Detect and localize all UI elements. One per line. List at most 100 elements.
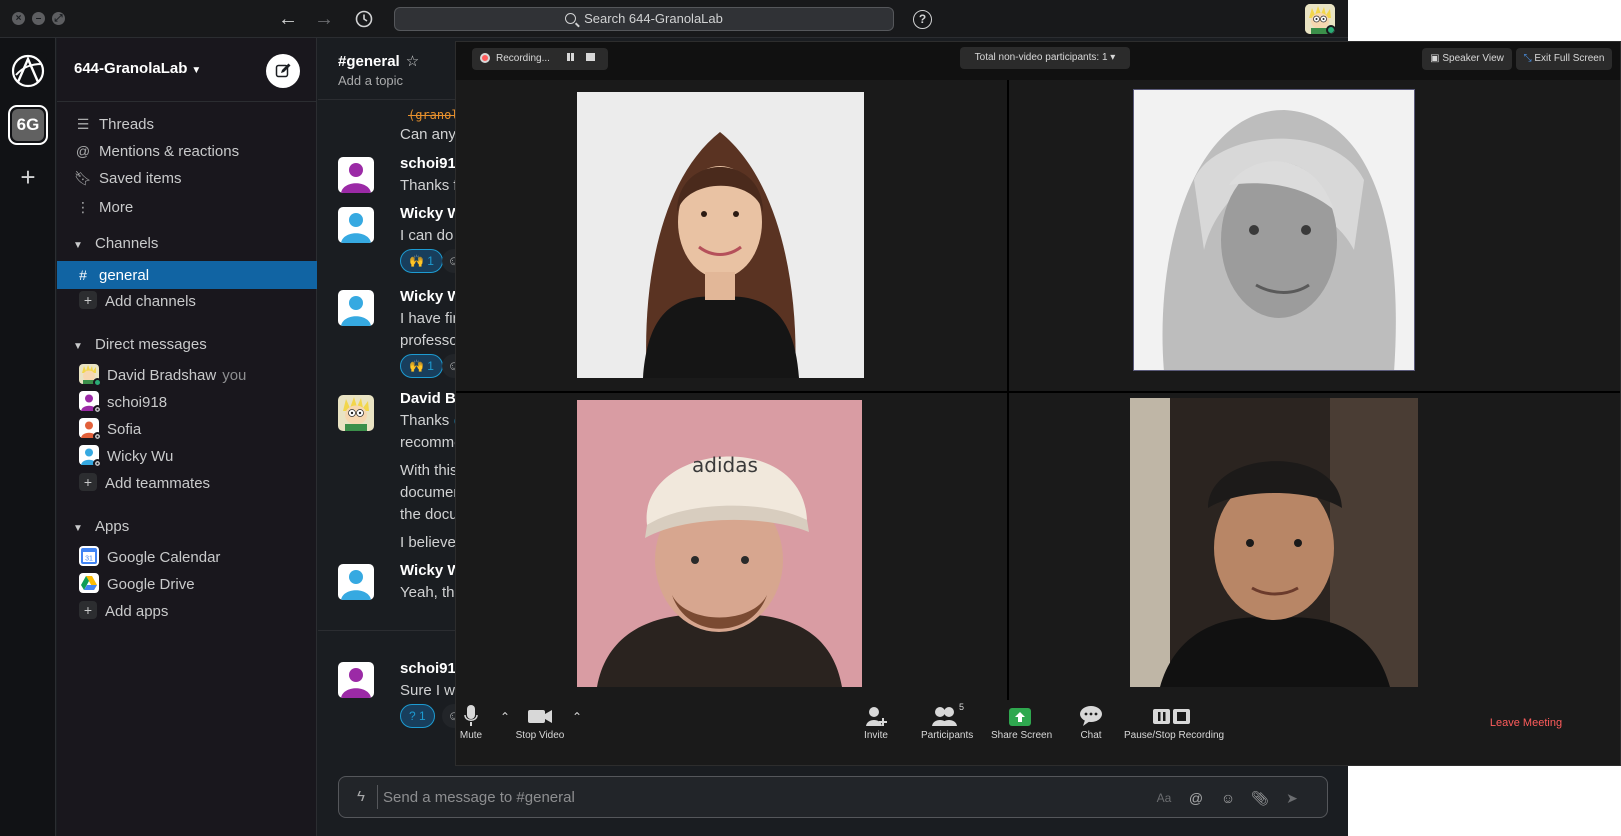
star-icon[interactable]: ☆ xyxy=(406,53,419,70)
audio-options-caret-icon[interactable]: ⌃ xyxy=(498,710,512,724)
avatar[interactable] xyxy=(338,207,374,243)
channel-title-button[interactable]: #general ☆ xyxy=(338,52,419,70)
mention-at-icon[interactable]: @ xyxy=(1185,787,1207,809)
attach-paperclip-icon[interactable]: 📎︎ xyxy=(1249,787,1271,809)
workspace-rail: 6G + xyxy=(0,38,56,836)
leave-meeting-button[interactable]: Leave Meeting xyxy=(1486,717,1566,729)
channel-general[interactable]: # general xyxy=(57,261,317,289)
send-icon[interactable]: ➤ xyxy=(1281,787,1303,809)
exit-full-screen-icon: ⤡ xyxy=(1523,53,1532,64)
close-window-button[interactable]: × xyxy=(12,12,25,25)
mute-label: Mute xyxy=(459,730,483,741)
maximize-window-button[interactable]: ⤢ xyxy=(52,12,65,25)
caret-down-icon: ▼ xyxy=(73,523,83,534)
video-tile-3[interactable]: adidas xyxy=(456,393,1007,700)
participant-video xyxy=(577,92,864,378)
chat-button[interactable]: Chat xyxy=(1076,702,1106,741)
invite-button[interactable]: Invite xyxy=(861,702,891,741)
chevron-down-icon: ▼ xyxy=(191,65,202,76)
recording-label: Recording... xyxy=(496,53,550,64)
back-arrow-icon[interactable]: ← xyxy=(276,7,300,31)
video-tile-4[interactable] xyxy=(1009,393,1620,700)
channel-title: #general xyxy=(338,53,400,70)
add-workspace-button[interactable]: + xyxy=(16,164,40,190)
participant-video: adidas xyxy=(577,400,862,687)
channel-topic[interactable]: Add a topic xyxy=(338,73,403,88)
you-label: you xyxy=(222,367,247,384)
sidebar-item-label: More xyxy=(99,199,134,216)
more-vertical-icon: ⋮ xyxy=(76,199,90,215)
pause-stop-recording-button[interactable]: Pause/Stop Recording xyxy=(1124,702,1224,741)
video-tile-2[interactable] xyxy=(1009,80,1620,391)
pause-icon[interactable] xyxy=(566,53,570,61)
sidebar-item-label: Threads xyxy=(99,116,155,133)
pause-stop-recording-icon xyxy=(1124,704,1220,728)
history-clock-icon[interactable] xyxy=(352,7,376,31)
mute-button[interactable]: Mute xyxy=(456,702,486,741)
dm-schoi918[interactable]: schoi918 xyxy=(57,389,317,417)
reaction-raised-hands[interactable]: 🙌 1 xyxy=(400,249,443,273)
avatar[interactable] xyxy=(338,290,374,326)
share-screen-label: Share Screen xyxy=(991,730,1053,741)
reaction-question[interactable]: ? 1 xyxy=(400,704,435,728)
add-apps-button[interactable]: + Add apps xyxy=(57,598,317,626)
avatar[interactable] xyxy=(338,662,374,698)
sidebar-item-saved[interactable]: 🔖︎ Saved items xyxy=(57,164,317,192)
compose-button[interactable] xyxy=(266,54,300,88)
app-google-calendar[interactable]: 31 Google Calendar xyxy=(57,544,317,572)
avatar[interactable] xyxy=(338,157,374,193)
dm-david-bradshaw[interactable]: David Bradshaw you xyxy=(57,362,317,390)
dm-wicky-wu[interactable]: Wicky Wu xyxy=(57,443,317,471)
title-bar: × – ⤢ ← → Search 644-GranolaLab ? xyxy=(0,0,1348,38)
user-avatar[interactable] xyxy=(1305,4,1335,34)
sidebar-item-mentions[interactable]: @ Mentions & reactions xyxy=(57,137,317,165)
non-video-participants-dropdown[interactable]: Total non-video participants: 1 ▾ xyxy=(960,47,1130,69)
speaker-view-button[interactable]: ▣ Speaker View xyxy=(1422,48,1512,70)
avatar[interactable] xyxy=(338,395,374,431)
message-input[interactable] xyxy=(383,785,1083,809)
app-google-drive[interactable]: Google Drive xyxy=(57,571,317,599)
add-teammates-button[interactable]: + Add teammates xyxy=(57,470,317,498)
participants-button[interactable]: 5 Participants xyxy=(921,702,973,741)
reaction-raised-hands[interactable]: 🙌 1 xyxy=(400,354,443,378)
exit-full-screen-button[interactable]: ⤡ Exit Full Screen xyxy=(1516,48,1612,70)
app-label: Google Drive xyxy=(107,576,195,593)
dm-section-toggle[interactable]: ▼ Direct messages xyxy=(73,333,207,359)
add-channels-button[interactable]: + Add channels xyxy=(57,288,317,316)
workspace-switcher-tile[interactable]: 6G xyxy=(8,105,48,145)
sidebar-item-threads[interactable]: ☰ Threads xyxy=(57,110,317,138)
workspace-logo-icon[interactable] xyxy=(9,52,47,90)
at-icon: @ xyxy=(75,143,91,159)
sidebar-item-more[interactable]: ⋮ More xyxy=(57,193,317,221)
emoji-icon[interactable]: ☺︎ xyxy=(1217,787,1239,809)
compose-icon xyxy=(275,63,291,78)
video-tile-1[interactable] xyxy=(456,80,1007,391)
avatar xyxy=(79,418,102,441)
message-fragment: Thanks xyxy=(400,412,454,429)
dm-label: Wicky Wu xyxy=(107,448,174,465)
invite-person-icon xyxy=(861,704,891,728)
video-options-caret-icon[interactable]: ⌃ xyxy=(570,710,584,724)
code-strike-text: (granol xyxy=(408,108,459,122)
app-label: Google Calendar xyxy=(107,549,221,566)
hash-icon: # xyxy=(79,267,87,283)
avatar[interactable] xyxy=(338,564,374,600)
stop-video-button[interactable]: Stop Video xyxy=(514,702,566,741)
workspace-name-menu[interactable]: 644-GranolaLab ▼ xyxy=(74,60,201,77)
chat-label: Chat xyxy=(1080,730,1102,741)
formatting-toggle[interactable]: Aa xyxy=(1153,787,1175,809)
share-screen-button[interactable]: Share Screen xyxy=(991,702,1053,741)
apps-section-toggle[interactable]: ▼ Apps xyxy=(73,515,129,541)
help-button[interactable]: ? xyxy=(913,10,932,29)
dm-sofia[interactable]: Sofia xyxy=(57,416,317,444)
search-bar[interactable]: Search 644-GranolaLab xyxy=(394,7,894,31)
forward-arrow-icon[interactable]: → xyxy=(312,7,336,31)
status-dot xyxy=(93,432,102,441)
stop-icon[interactable] xyxy=(586,53,596,61)
channels-section-toggle[interactable]: ▼ Channels xyxy=(73,232,158,258)
minimize-window-button[interactable]: – xyxy=(32,12,45,25)
shortcuts-lightning-icon[interactable]: ϟ xyxy=(351,788,371,805)
participant-video xyxy=(1130,398,1418,687)
speaker-view-label: Speaker View xyxy=(1442,53,1504,64)
recording-indicator[interactable]: Recording... xyxy=(472,48,608,70)
